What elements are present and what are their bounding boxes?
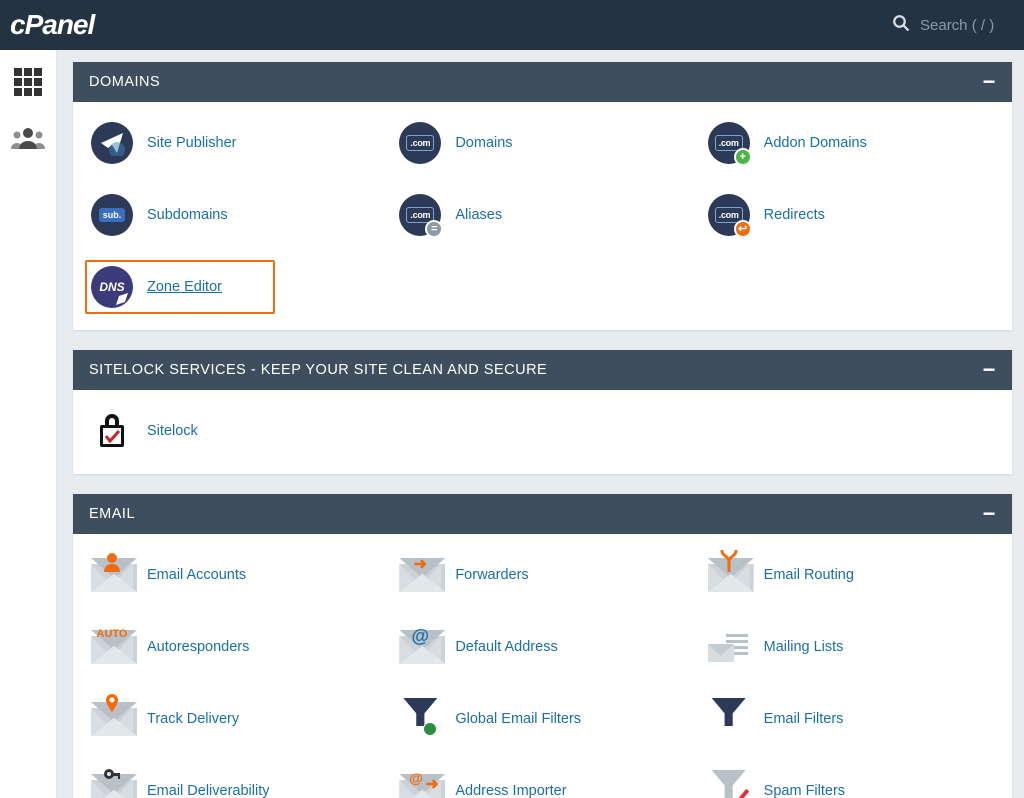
envelope-auto-icon: AUTO [91, 626, 133, 668]
item-label: Email Routing [764, 567, 854, 583]
domains-panel-header[interactable]: DOMAINS − [73, 62, 1012, 102]
item-domains[interactable]: .com Domains [393, 116, 691, 170]
brand-text: cPanel [10, 9, 94, 41]
item-label: Addon Domains [764, 135, 867, 151]
item-label: Email Accounts [147, 567, 246, 583]
sub-icon: sub. [91, 194, 133, 236]
dotcom-plus-icon: .com+ [708, 122, 750, 164]
sidebar-users-icon[interactable] [8, 120, 48, 156]
email-panel: EMAIL − Email Accounts [73, 494, 1012, 798]
item-label: Site Publisher [147, 135, 236, 151]
item-subdomains[interactable]: sub. Subdomains [85, 188, 383, 242]
envelope-fork-icon [708, 554, 750, 596]
item-label: Spam Filters [764, 783, 845, 798]
dotcom-equals-icon: .com= [399, 194, 441, 236]
item-label: Mailing Lists [764, 639, 844, 655]
item-track-delivery[interactable]: Track Delivery [85, 692, 383, 746]
item-sitelock[interactable]: Sitelock [85, 404, 383, 458]
item-email-deliverability[interactable]: Email Deliverability [85, 764, 383, 798]
item-label: Autoresponders [147, 639, 249, 655]
item-label: Zone Editor [147, 279, 222, 295]
item-spam-filters[interactable]: Spam Filters [702, 764, 1000, 798]
item-address-importer[interactable]: @ ➜ Address Importer [393, 764, 691, 798]
item-email-routing[interactable]: Email Routing [702, 548, 1000, 602]
item-label: Track Delivery [147, 711, 239, 727]
collapse-icon[interactable]: − [983, 507, 996, 521]
envelope-key-icon [91, 770, 133, 798]
sitelock-shield-icon [91, 410, 133, 452]
email-title: EMAIL [89, 506, 135, 522]
envelope-pin-icon [91, 698, 133, 740]
envelope-user-icon [91, 554, 133, 596]
item-label: Global Email Filters [455, 711, 581, 727]
item-label: Forwarders [455, 567, 528, 583]
item-label: Domains [455, 135, 512, 151]
collapse-icon[interactable]: − [983, 75, 996, 89]
item-global-email-filters[interactable]: Global Email Filters [393, 692, 691, 746]
search-icon[interactable] [892, 14, 910, 37]
item-email-filters[interactable]: Email Filters [702, 692, 1000, 746]
paper-plane-icon [91, 122, 133, 164]
envelope-at-arrow-icon: @ ➜ [399, 770, 441, 798]
funnel-pencil-icon [708, 770, 750, 798]
item-zone-editor[interactable]: DNS Zone Editor [85, 260, 275, 314]
sitelock-panel: SITELOCK SERVICES - KEEP YOUR SITE CLEAN… [73, 350, 1012, 474]
dotcom-icon: .com [399, 122, 441, 164]
domains-panel: DOMAINS − Site Publisher .com Domains [73, 62, 1012, 330]
dotcom-redirect-icon: .com↩ [708, 194, 750, 236]
item-mailing-lists[interactable]: Mailing Lists [702, 620, 1000, 674]
item-site-publisher[interactable]: Site Publisher [85, 116, 383, 170]
item-label: Email Deliverability [147, 783, 269, 798]
mailing-list-icon [708, 626, 750, 668]
sidebar-apps-icon[interactable] [8, 64, 48, 100]
item-forwarders[interactable]: ➜ Forwarders [393, 548, 691, 602]
item-aliases[interactable]: .com= Aliases [393, 188, 691, 242]
dns-icon: DNS [91, 266, 133, 308]
domains-title: DOMAINS [89, 74, 160, 90]
item-label: Address Importer [455, 783, 566, 798]
search-input[interactable] [920, 17, 1010, 34]
brand-logo[interactable]: cPanel [10, 9, 94, 41]
item-label: Default Address [455, 639, 557, 655]
item-label: Subdomains [147, 207, 228, 223]
collapse-icon[interactable]: − [983, 363, 996, 377]
sidebar [0, 50, 57, 798]
funnel-icon [708, 698, 750, 740]
item-label: Sitelock [147, 423, 198, 439]
item-autoresponders[interactable]: AUTO Autoresponders [85, 620, 383, 674]
topbar: cPanel [0, 0, 1024, 50]
sitelock-title: SITELOCK SERVICES - KEEP YOUR SITE CLEAN… [89, 362, 547, 378]
item-redirects[interactable]: .com↩ Redirects [702, 188, 1000, 242]
item-label: Email Filters [764, 711, 844, 727]
item-label: Aliases [455, 207, 502, 223]
email-panel-header[interactable]: EMAIL − [73, 494, 1012, 534]
funnel-globe-icon [399, 698, 441, 740]
search-area [892, 14, 1010, 37]
item-label: Redirects [764, 207, 825, 223]
item-addon-domains[interactable]: .com+ Addon Domains [702, 116, 1000, 170]
envelope-arrow-icon: ➜ [399, 554, 441, 596]
item-email-accounts[interactable]: Email Accounts [85, 548, 383, 602]
main-content: DOMAINS − Site Publisher .com Domains [57, 50, 1024, 798]
item-default-address[interactable]: @ Default Address [393, 620, 691, 674]
sitelock-panel-header[interactable]: SITELOCK SERVICES - KEEP YOUR SITE CLEAN… [73, 350, 1012, 390]
envelope-at-icon: @ [399, 626, 441, 668]
